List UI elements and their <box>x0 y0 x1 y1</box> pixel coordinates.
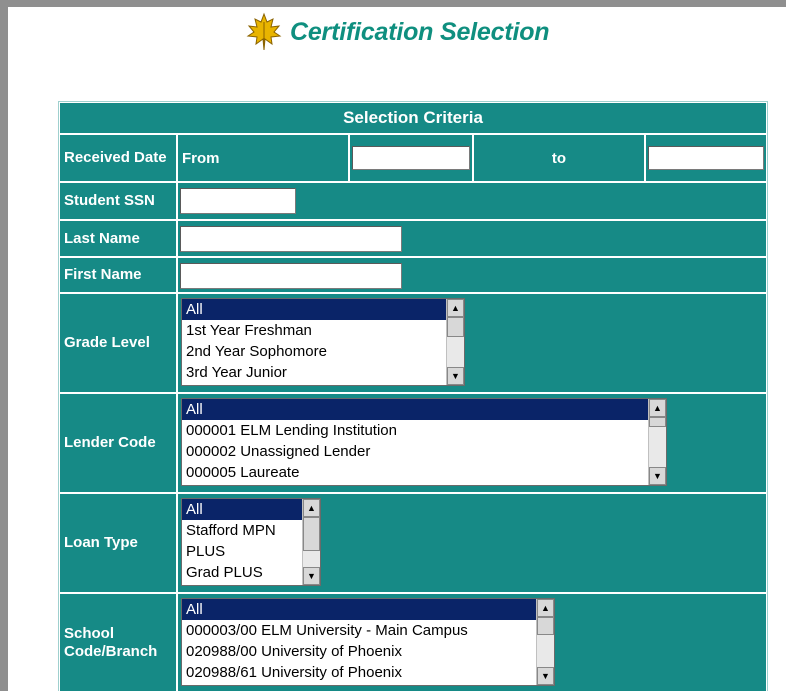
from-date-cell <box>349 134 473 182</box>
scroll-thumb[interactable] <box>303 517 320 551</box>
scroll-up-icon[interactable]: ▲ <box>649 399 666 417</box>
first-name-cell <box>177 257 767 293</box>
window-frame-left <box>0 0 8 691</box>
list-option[interactable]: PLUS <box>182 541 320 562</box>
scroll-down-icon[interactable]: ▼ <box>303 567 320 585</box>
page-header: Certification Selection <box>246 10 550 54</box>
to-date-input[interactable] <box>648 146 764 170</box>
school-code-label: School Code/Branch <box>59 593 177 692</box>
scroll-thumb[interactable] <box>649 417 666 427</box>
from-label: From <box>177 134 349 182</box>
scroll-up-icon[interactable]: ▲ <box>537 599 554 617</box>
list-option[interactable]: All <box>182 599 554 620</box>
scrollbar[interactable]: ▲ ▼ <box>648 399 666 485</box>
scroll-down-icon[interactable]: ▼ <box>537 667 554 685</box>
scroll-down-icon[interactable]: ▼ <box>649 467 666 485</box>
scroll-thumb[interactable] <box>537 617 554 635</box>
window-frame-top <box>0 0 786 7</box>
lender-code-cell: All 000001 ELM Lending Institution 00000… <box>177 393 767 493</box>
student-ssn-cell <box>177 182 767 220</box>
list-option[interactable]: 020988/61 University of Phoenix <box>182 662 554 683</box>
criteria-heading: Selection Criteria <box>59 102 767 134</box>
selection-criteria-table: Selection Criteria Received Date From to… <box>58 101 768 692</box>
lender-code-listbox[interactable]: All 000001 ELM Lending Institution 00000… <box>181 398 667 486</box>
school-code-cell: All 000003/00 ELM University - Main Camp… <box>177 593 767 692</box>
list-option[interactable]: 000002 Unassigned Lender <box>182 441 666 462</box>
list-option[interactable]: 020988/00 University of Phoenix <box>182 641 554 662</box>
loan-type-cell: All Stafford MPN PLUS Grad PLUS ▲ ▼ <box>177 493 767 593</box>
list-option[interactable]: 3rd Year Junior <box>182 362 464 383</box>
grade-level-listbox[interactable]: All 1st Year Freshman 2nd Year Sophomore… <box>181 298 465 386</box>
scrollbar[interactable]: ▲ ▼ <box>446 299 464 385</box>
last-name-cell <box>177 220 767 257</box>
scroll-thumb[interactable] <box>447 317 464 337</box>
grade-level-label: Grade Level <box>59 293 177 393</box>
maple-leaf-icon <box>246 12 282 51</box>
first-name-label: First Name <box>59 257 177 293</box>
last-name-label: Last Name <box>59 220 177 257</box>
lender-code-label: Lender Code <box>59 393 177 493</box>
list-option[interactable]: All <box>182 299 464 320</box>
page-title: Certification Selection <box>290 17 550 46</box>
list-option[interactable]: Stafford MPN <box>182 520 320 541</box>
student-ssn-input[interactable] <box>180 188 296 214</box>
list-option[interactable]: Grad PLUS <box>182 562 320 583</box>
from-date-input[interactable] <box>352 146 470 170</box>
list-option[interactable]: 000001 ELM Lending Institution <box>182 420 666 441</box>
scroll-up-icon[interactable]: ▲ <box>447 299 464 317</box>
list-option[interactable]: 000005 Laureate <box>182 462 666 483</box>
first-name-input[interactable] <box>180 263 402 289</box>
loan-type-label: Loan Type <box>59 493 177 593</box>
list-option[interactable]: 2nd Year Sophomore <box>182 341 464 362</box>
list-option[interactable]: All <box>182 399 666 420</box>
grade-level-cell: All 1st Year Freshman 2nd Year Sophomore… <box>177 293 767 393</box>
list-option[interactable]: 000003/00 ELM University - Main Campus <box>182 620 554 641</box>
scrollbar[interactable]: ▲ ▼ <box>536 599 554 685</box>
scrollbar[interactable]: ▲ ▼ <box>302 499 320 585</box>
to-date-cell <box>645 134 767 182</box>
student-ssn-label: Student SSN <box>59 182 177 220</box>
list-option[interactable]: All <box>182 499 320 520</box>
scroll-up-icon[interactable]: ▲ <box>303 499 320 517</box>
school-code-listbox[interactable]: All 000003/00 ELM University - Main Camp… <box>181 598 555 686</box>
received-date-label: Received Date <box>59 134 177 182</box>
last-name-input[interactable] <box>180 226 402 252</box>
scroll-down-icon[interactable]: ▼ <box>447 367 464 385</box>
list-option[interactable]: 1st Year Freshman <box>182 320 464 341</box>
to-label: to <box>473 134 645 182</box>
loan-type-listbox[interactable]: All Stafford MPN PLUS Grad PLUS ▲ ▼ <box>181 498 321 586</box>
